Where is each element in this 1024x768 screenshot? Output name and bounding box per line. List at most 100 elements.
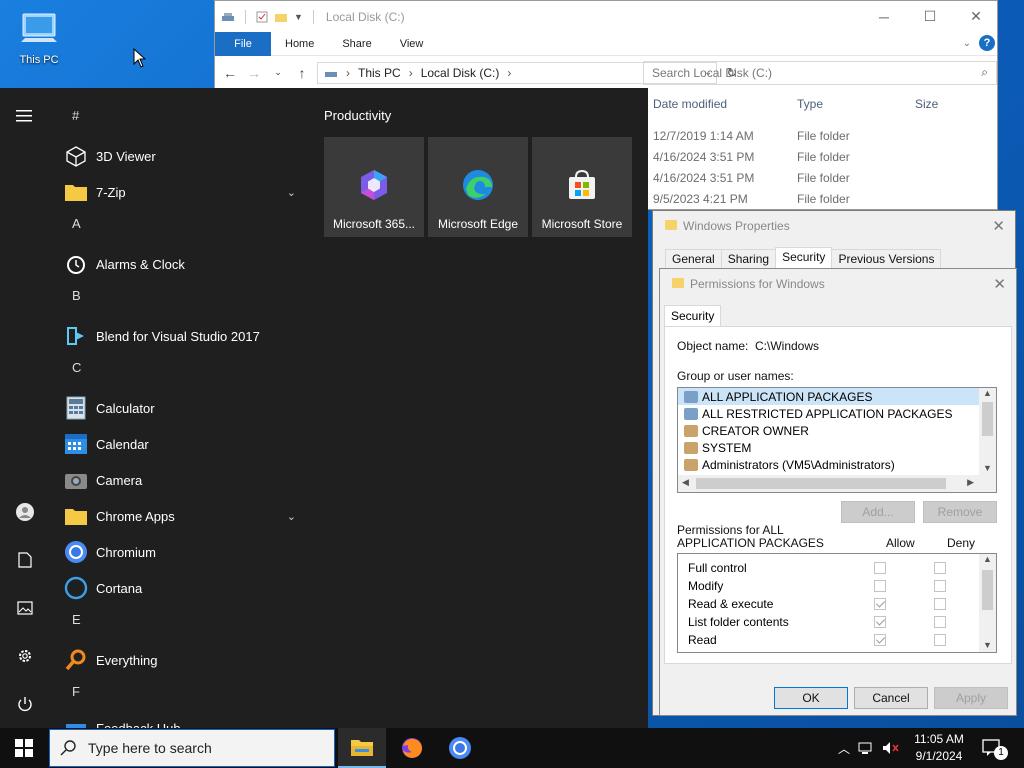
allow-checkbox[interactable] (874, 562, 886, 574)
file-row[interactable]: 4/16/2024 3:51 PM File folder (653, 146, 993, 167)
scroll-up-icon[interactable]: ▲ (979, 554, 996, 564)
app-alarms-clock[interactable]: Alarms & Clock (50, 246, 310, 282)
tab-home[interactable]: Home (271, 32, 328, 56)
scroll-down-icon[interactable]: ▼ (979, 640, 996, 650)
tab-view[interactable]: View (386, 32, 438, 56)
app-chrome-apps[interactable]: Chrome Apps ⌄ (50, 498, 310, 534)
up-arrow-icon[interactable]: ↑ (293, 65, 311, 81)
tab-sharing[interactable]: Sharing (720, 249, 777, 269)
letter-header[interactable]: B (50, 282, 310, 318)
group-list[interactable]: ALL APPLICATION PACKAGES ALL RESTRICTED … (677, 387, 997, 493)
scroll-down-icon[interactable]: ▼ (979, 463, 996, 473)
deny-checkbox[interactable] (934, 562, 946, 574)
app-calendar[interactable]: Calendar (50, 426, 310, 462)
clock[interactable]: 11:05 AM 9/1/2024 (904, 731, 974, 765)
tab-security[interactable]: Security (775, 247, 833, 269)
pictures-icon[interactable] (13, 596, 37, 620)
help-icon[interactable]: ? (979, 35, 995, 51)
maximize-button[interactable]: ☐ (907, 1, 953, 32)
hamburger-menu-icon[interactable] (13, 104, 37, 128)
letter-header[interactable]: E (50, 606, 310, 642)
allow-checkbox[interactable] (874, 616, 886, 628)
tile-microsoft-edge[interactable]: Microsoft Edge (428, 137, 528, 237)
column-date-modified[interactable]: Date modified (653, 97, 797, 111)
column-type[interactable]: Type (797, 97, 915, 111)
file-row[interactable]: 9/5/2023 4:21 PM File folder (653, 188, 993, 209)
app-chromium[interactable]: Chromium (50, 534, 310, 570)
deny-checkbox[interactable] (934, 580, 946, 592)
list-item[interactable]: ALL APPLICATION PACKAGES (678, 388, 981, 405)
scroll-up-icon[interactable]: ▲ (979, 388, 996, 398)
list-item[interactable]: SYSTEM (678, 439, 981, 456)
column-size[interactable]: Size (915, 97, 938, 111)
power-icon[interactable] (13, 692, 37, 716)
allow-checkbox[interactable] (874, 634, 886, 646)
minimize-button[interactable]: ─ (861, 1, 907, 32)
file-row[interactable]: 12/7/2019 1:14 AM File folder (653, 125, 993, 146)
app-camera[interactable]: Camera (50, 462, 310, 498)
app-calculator[interactable]: Calculator (50, 390, 310, 426)
add-button[interactable]: Add... (841, 501, 915, 523)
apply-button[interactable]: Apply (934, 687, 1008, 709)
app-everything[interactable]: Everything (50, 642, 310, 678)
notification-center[interactable]: 1 (982, 728, 1008, 768)
taskbar-file-explorer[interactable] (338, 728, 386, 768)
search-box[interactable]: Search Local Disk (C:) ⌕ (643, 61, 997, 85)
letter-header[interactable]: C (50, 354, 310, 390)
vertical-scrollbar[interactable]: ▲ ▼ (979, 554, 996, 652)
list-item[interactable]: Administrators (VM5\Administrators) (678, 456, 981, 473)
deny-checkbox[interactable] (934, 634, 946, 646)
remove-button[interactable]: Remove (923, 501, 997, 523)
tile-microsoft-store[interactable]: Microsoft Store (532, 137, 632, 237)
settings-gear-icon[interactable] (13, 644, 37, 668)
tab-share[interactable]: Share (328, 32, 385, 56)
tab-general[interactable]: General (665, 249, 722, 269)
allow-checkbox[interactable] (874, 580, 886, 592)
app-3d-viewer[interactable]: 3D Viewer (50, 138, 310, 174)
show-hidden-icons-chevron-icon[interactable]: ︿ (838, 740, 850, 757)
properties-icon[interactable] (256, 11, 268, 23)
letter-header[interactable]: A (50, 210, 310, 246)
taskbar-chromium[interactable] (436, 728, 484, 768)
user-account-icon[interactable] (13, 500, 37, 524)
back-arrow-icon[interactable]: ← (221, 65, 239, 81)
forward-arrow-icon[interactable]: → (245, 65, 263, 81)
tile-microsoft-365[interactable]: Microsoft 365... (324, 137, 424, 237)
app-blend[interactable]: Blend for Visual Studio 2017 (50, 318, 310, 354)
documents-icon[interactable] (13, 548, 37, 572)
close-button[interactable]: ✕ (993, 275, 1006, 293)
breadcrumb-this-pc[interactable]: This PC (358, 66, 401, 80)
deny-checkbox[interactable] (934, 598, 946, 610)
tab-previous-versions[interactable]: Previous Versions (831, 249, 942, 269)
allow-checkbox[interactable] (874, 598, 886, 610)
scroll-left-icon[interactable]: ◀ (682, 477, 689, 488)
tab-security[interactable]: Security (664, 305, 722, 327)
vertical-scrollbar[interactable]: ▲ ▼ (979, 388, 996, 475)
tab-file[interactable]: File (215, 31, 271, 56)
list-item[interactable]: CREATOR OWNER (678, 422, 981, 439)
cancel-button[interactable]: Cancel (854, 687, 928, 709)
letter-header[interactable]: F (50, 678, 310, 714)
breadcrumb-local-disk[interactable]: Local Disk (C:) (421, 66, 500, 80)
horizontal-scrollbar[interactable]: ◀ ▶ (678, 475, 996, 492)
start-button[interactable] (0, 728, 48, 768)
app-7-zip[interactable]: 7-Zip ⌄ (50, 174, 310, 210)
list-item[interactable]: ALL RESTRICTED APPLICATION PACKAGES (678, 405, 981, 422)
quick-access-dropdown-icon[interactable]: ▼ (294, 12, 303, 22)
letter-header[interactable]: # (50, 102, 310, 138)
new-folder-icon[interactable] (274, 11, 288, 23)
close-button[interactable]: ✕ (992, 217, 1005, 235)
recent-locations-icon[interactable]: ⌄ (269, 67, 287, 78)
app-cortana[interactable]: Cortana (50, 570, 310, 606)
volume-muted-icon[interactable] (882, 741, 900, 755)
taskbar-firefox[interactable] (388, 728, 436, 768)
network-icon[interactable] (858, 741, 874, 755)
expand-ribbon-icon[interactable]: ⌄ (963, 38, 971, 49)
close-button[interactable]: ✕ (953, 1, 999, 32)
deny-checkbox[interactable] (934, 616, 946, 628)
scroll-right-icon[interactable]: ▶ (967, 477, 974, 488)
ok-button[interactable]: OK (774, 687, 848, 709)
taskbar-search-box[interactable]: Type here to search (49, 729, 335, 767)
this-pc-desktop-icon[interactable]: This PC (10, 8, 68, 66)
file-row[interactable]: 4/16/2024 3:51 PM File folder (653, 167, 993, 188)
